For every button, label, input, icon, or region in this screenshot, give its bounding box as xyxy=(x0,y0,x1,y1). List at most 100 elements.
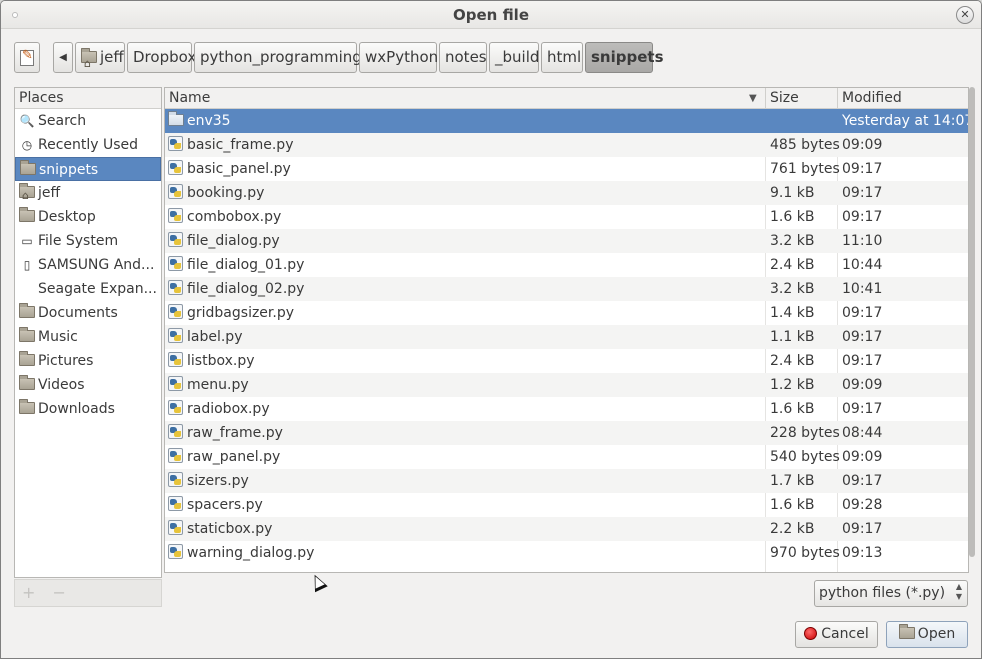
column-header-modified[interactable]: Modified xyxy=(842,90,902,106)
path-segment-notes[interactable]: notes xyxy=(439,42,487,73)
file-row[interactable]: label.py 1.1 kB 09:17 xyxy=(165,325,968,349)
python-file-icon xyxy=(168,280,183,295)
open-file-dialog: Open file ✕ ◀ jeff Dropboxpython_programm… xyxy=(0,0,982,659)
file-modified: 09:17 xyxy=(842,305,883,321)
file-size: 2.4 kB xyxy=(770,353,815,369)
remove-bookmark-button[interactable]: − xyxy=(53,583,66,602)
file-list-scrollbar[interactable] xyxy=(969,87,975,557)
file-size: 228 bytes xyxy=(770,425,840,441)
path-segment-html[interactable]: html xyxy=(541,42,583,73)
places-item-label: File System xyxy=(38,233,119,249)
places-item-search[interactable]: 🔍 Search xyxy=(15,109,161,133)
file-row[interactable]: warning_dialog.py 970 bytes 09:13 xyxy=(165,541,968,565)
edit-pencil-icon xyxy=(20,48,34,66)
file-name-cell: sizers.py xyxy=(168,469,763,493)
open-folder-icon xyxy=(898,624,915,639)
column-header-size[interactable]: Size xyxy=(770,90,799,106)
file-row[interactable]: file_dialog_01.py 2.4 kB 10:44 xyxy=(165,253,968,277)
close-icon[interactable]: ✕ xyxy=(956,6,974,24)
file-modified: 10:41 xyxy=(842,281,883,297)
places-item-recently-used[interactable]: ◷ Recently Used xyxy=(15,133,161,157)
file-row[interactable]: combobox.py 1.6 kB 09:17 xyxy=(165,205,968,229)
file-name: basic_panel.py xyxy=(187,161,291,177)
python-file-icon xyxy=(168,376,183,391)
title-bar: Open file ✕ xyxy=(1,1,981,29)
file-list-header: Name ▼ Size Modified xyxy=(165,88,968,109)
file-size: 2.2 kB xyxy=(770,521,815,537)
file-row[interactable]: booking.py 9.1 kB 09:17 xyxy=(165,181,968,205)
folder-icon xyxy=(19,301,35,325)
type-location-button[interactable] xyxy=(14,42,40,73)
file-row[interactable]: raw_frame.py 228 bytes 08:44 xyxy=(165,421,968,445)
folder-icon xyxy=(19,349,35,373)
file-row[interactable]: staticbox.py 2.2 kB 09:17 xyxy=(165,517,968,541)
places-item-label: Videos xyxy=(38,377,85,393)
file-modified: 09:17 xyxy=(842,161,883,177)
path-segment--build[interactable]: _build xyxy=(489,42,539,73)
file-name: gridbagsizer.py xyxy=(187,305,295,321)
file-name-cell: label.py xyxy=(168,325,763,349)
file-row[interactable]: spacers.py 1.6 kB 09:28 xyxy=(165,493,968,517)
places-item-videos[interactable]: Videos xyxy=(15,373,161,397)
file-modified: 09:17 xyxy=(842,209,883,225)
file-name: warning_dialog.py xyxy=(187,545,315,561)
path-segment-snippets[interactable]: snippets xyxy=(585,42,664,73)
file-row[interactable]: raw_panel.py 540 bytes 09:09 xyxy=(165,445,968,469)
file-row[interactable]: sizers.py 1.7 kB 09:17 xyxy=(165,469,968,493)
path-segment-jeff[interactable]: jeff xyxy=(75,42,125,78)
path-segment-dropbox[interactable]: Dropbox xyxy=(127,42,196,73)
file-row[interactable]: env35 Yesterday at 14:07 xyxy=(165,109,968,133)
column-separator xyxy=(765,88,766,109)
file-name-cell: raw_panel.py xyxy=(168,445,763,469)
file-modified: 10:44 xyxy=(842,257,883,273)
path-segment-python-programming[interactable]: python_programming xyxy=(194,42,362,73)
file-row[interactable]: menu.py 1.2 kB 09:09 xyxy=(165,373,968,397)
file-size: 3.2 kB xyxy=(770,281,815,297)
file-row[interactable]: gridbagsizer.py 1.4 kB 09:17 xyxy=(165,301,968,325)
file-row[interactable]: file_dialog.py 3.2 kB 11:10 xyxy=(165,229,968,253)
file-type-filter[interactable]: python files (*.py) ▲ ▼ xyxy=(814,580,968,607)
add-bookmark-button[interactable]: + xyxy=(22,583,35,602)
file-name-cell: raw_frame.py xyxy=(168,421,763,445)
file-row[interactable]: listbox.py 2.4 kB 09:17 xyxy=(165,349,968,373)
open-button[interactable]: Open xyxy=(886,621,968,648)
places-item-snippets[interactable]: snippets xyxy=(15,157,161,181)
file-name-cell: basic_frame.py xyxy=(168,133,763,157)
column-separator xyxy=(837,88,838,109)
file-row[interactable]: basic_panel.py 761 bytes 09:17 xyxy=(165,157,968,181)
path-segment-wxpython[interactable]: wxPython xyxy=(359,42,438,73)
file-name-cell: file_dialog_01.py xyxy=(168,253,763,277)
column-header-name[interactable]: Name xyxy=(169,90,210,106)
mouse-cursor-icon xyxy=(308,571,328,593)
sort-arrow-icon[interactable]: ▼ xyxy=(749,93,757,104)
python-file-icon xyxy=(168,256,183,271)
path-back-button[interactable]: ◀ xyxy=(53,42,73,73)
places-item-seagate-expan[interactable]: Seagate Expan... xyxy=(15,277,161,301)
python-file-icon xyxy=(168,520,183,535)
file-name-cell: file_dialog.py xyxy=(168,229,763,253)
folder-icon xyxy=(168,111,184,126)
cancel-button[interactable]: Cancel xyxy=(795,621,878,648)
file-name-cell: menu.py xyxy=(168,373,763,397)
places-item-desktop[interactable]: Desktop xyxy=(15,205,161,229)
path-segment-label: html xyxy=(547,48,582,66)
file-row[interactable]: basic_frame.py 485 bytes 09:09 xyxy=(165,133,968,157)
file-size: 1.6 kB xyxy=(770,497,815,513)
file-row[interactable]: file_dialog_02.py 3.2 kB 10:41 xyxy=(165,277,968,301)
file-size: 1.6 kB xyxy=(770,401,815,417)
file-name: booking.py xyxy=(187,185,265,201)
file-size: 9.1 kB xyxy=(770,185,815,201)
places-item-music[interactable]: Music xyxy=(15,325,161,349)
places-item-documents[interactable]: Documents xyxy=(15,301,161,325)
places-item-pictures[interactable]: Pictures xyxy=(15,349,161,373)
places-item-jeff[interactable]: jeff xyxy=(15,181,161,205)
places-item-downloads[interactable]: Downloads xyxy=(15,397,161,421)
file-row[interactable]: radiobox.py 1.6 kB 09:17 xyxy=(165,397,968,421)
places-item-samsung-and[interactable]: ▯ SAMSUNG And... xyxy=(15,253,161,277)
file-modified: 09:09 xyxy=(842,377,883,393)
cancel-label: Cancel xyxy=(821,626,869,642)
file-size: 761 bytes xyxy=(770,161,840,177)
places-item-file-system[interactable]: ▭ File System xyxy=(15,229,161,253)
places-item-label: Seagate Expan... xyxy=(38,281,157,297)
file-name-cell: env35 xyxy=(168,109,763,133)
